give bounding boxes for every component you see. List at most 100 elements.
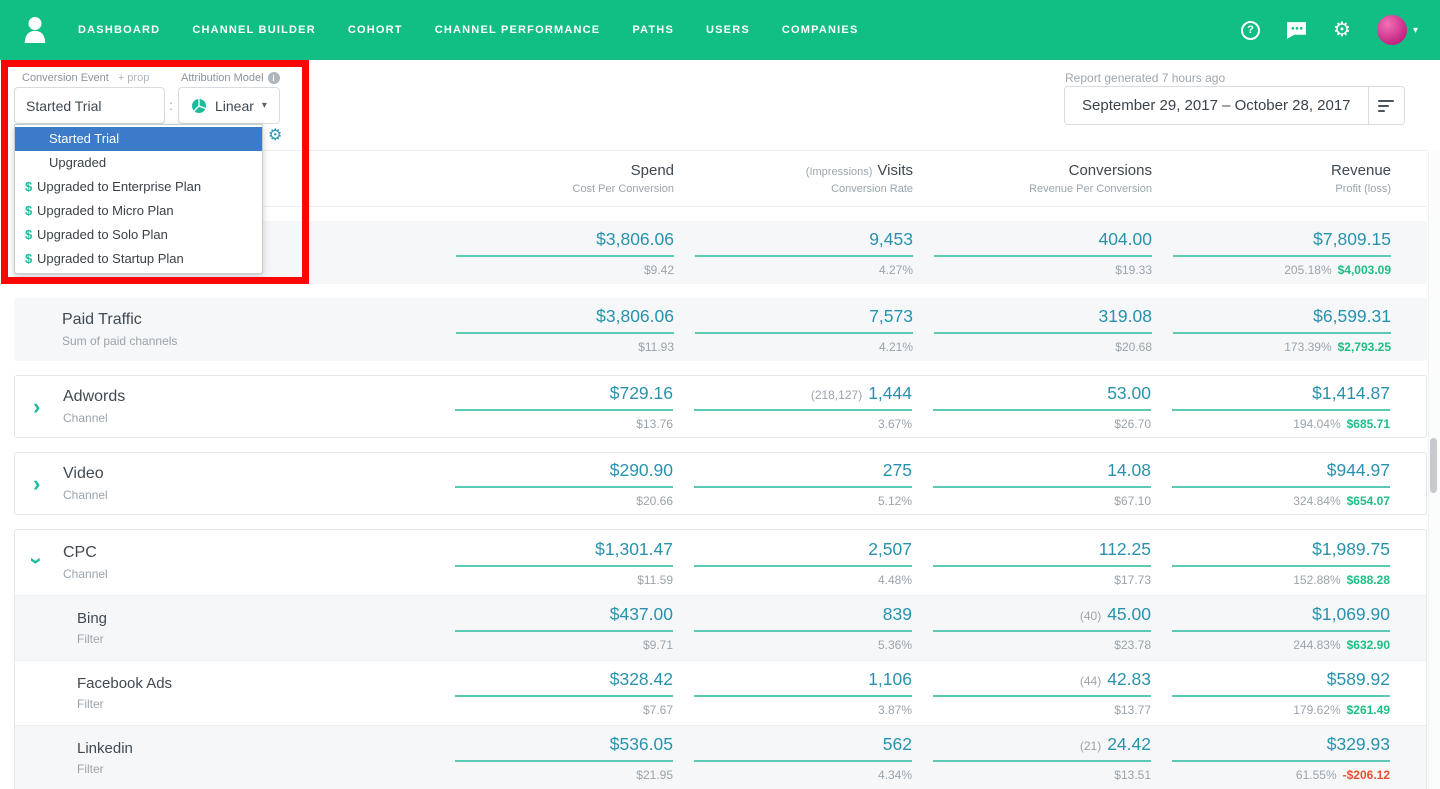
revenue-cell: $7,809.15 205.18% $4,003.09: [1173, 229, 1391, 277]
table-row-bing[interactable]: Bing Filter $437.00 $9.71 839 5.36% (40) 45…: [15, 595, 1426, 660]
dollar-icon: $: [25, 227, 33, 242]
nav-item-dashboard[interactable]: DASHBOARD: [78, 24, 160, 36]
row-label: Linkedin Filter: [15, 740, 434, 776]
row-label: Adwords Channel: [15, 388, 434, 425]
table-row-cpc[interactable]: › CPC Channel $1,301.47 $11.59 2,507 4.48%…: [15, 530, 1426, 595]
table-row-paid-traffic[interactable]: Paid Traffic Sum of paid channels $3,806…: [14, 298, 1427, 361]
date-range-picker: September 29, 2017 – October 28, 2017: [1064, 86, 1405, 125]
report-generated-text: Report generated 7 hours ago: [1065, 71, 1226, 85]
dropdown-option-label: Started Trial: [49, 131, 120, 146]
table-row-facebook-ads[interactable]: Facebook Ads Filter $328.42 $7.67 1,106 3.…: [15, 660, 1426, 725]
app-logo-icon: [24, 17, 46, 43]
revenue-cell: $589.92 179.62% $261.49: [1172, 669, 1390, 717]
scrollbar-thumb[interactable]: [1430, 438, 1437, 493]
row-subtitle: Channel: [63, 488, 108, 502]
visits-cell: 2,507 4.48%: [694, 539, 912, 587]
row-name: Paid Traffic: [62, 311, 142, 328]
nav-item-channel-builder[interactable]: CHANNEL BUILDER: [192, 24, 316, 36]
separator-colon: :: [169, 97, 173, 113]
row-label: Video Channel: [15, 465, 434, 502]
dollar-icon: $: [25, 203, 33, 218]
visits-cell: 839 5.36%: [694, 604, 912, 652]
nav-item-channel-performance[interactable]: CHANNEL PERFORMANCE: [435, 24, 601, 36]
visits-cell: 9,453 4.27%: [695, 229, 913, 277]
chevron-right-icon[interactable]: ›: [33, 395, 40, 418]
nav-item-companies[interactable]: COMPANIES: [782, 24, 859, 36]
attribution-model-label-text: Attribution Model: [181, 72, 264, 84]
table-row-adwords[interactable]: › Adwords Channel $729.16 $13.76 (218,127…: [14, 375, 1427, 438]
spend-cell: $3,806.06 $11.93: [456, 306, 674, 354]
row-name: Facebook Ads: [77, 675, 173, 692]
table-row-linkedin[interactable]: Linkedin Filter $536.05 $21.95 562 4.34% (…: [15, 725, 1426, 789]
row-name: CPC: [63, 544, 97, 561]
row-label: Facebook Ads Filter: [15, 675, 434, 711]
row-name: Bing: [77, 610, 108, 627]
conversion-event-label-text: Conversion Event: [22, 72, 109, 84]
spend-cell: $437.00 $9.71: [455, 604, 673, 652]
dollar-icon: $: [25, 179, 33, 194]
visits-cell: (218,127) 1,444 3.67%: [694, 383, 912, 431]
pie-chart-icon: [192, 98, 206, 113]
row-subtitle: Channel: [63, 567, 108, 581]
spend-cell: $328.42 $7.67: [455, 669, 673, 717]
row-subtitle: Filter: [77, 762, 104, 776]
dropdown-option-upgraded-startup[interactable]: $ Upgraded to Startup Plan: [15, 247, 262, 271]
chevron-down-icon[interactable]: ›: [25, 557, 50, 564]
conversion-event-dropdown: Started Trial Upgraded $ Upgraded to Ente…: [14, 124, 263, 274]
row-name: Video: [63, 465, 104, 482]
conversions-cell: (21) 24.42 $13.51: [933, 734, 1151, 782]
gear-icon[interactable]: ⚙: [1333, 20, 1351, 40]
conversion-event-input[interactable]: [14, 87, 165, 124]
sort-filter-button[interactable]: [1369, 87, 1404, 124]
dropdown-option-label: Upgraded to Enterprise Plan: [37, 179, 202, 194]
top-nav: DASHBOARD CHANNEL BUILDER COHORT CHANNEL…: [0, 0, 1440, 60]
nav-item-users[interactable]: USERS: [706, 24, 750, 36]
dropdown-option-upgraded-solo[interactable]: $ Upgraded to Solo Plan: [15, 223, 262, 247]
dropdown-option-started-trial[interactable]: Started Trial: [15, 127, 262, 151]
conversions-cell: 14.08 $67.10: [933, 460, 1151, 508]
nav-item-paths[interactable]: PATHS: [632, 24, 674, 36]
app-logo[interactable]: [22, 15, 48, 45]
visits-cell: 1,106 3.87%: [694, 669, 912, 717]
date-range-value[interactable]: September 29, 2017 – October 28, 2017: [1065, 87, 1368, 124]
row-label: CPC Channel: [15, 544, 434, 581]
conversions-cell: 53.00 $26.70: [933, 383, 1151, 431]
header-revenue: Revenue Profit (loss): [1330, 162, 1391, 195]
visits-cell: 562 4.34%: [694, 734, 912, 782]
revenue-cell: $944.97 324.84% $654.07: [1172, 460, 1390, 508]
chevron-down-icon: ▾: [1412, 24, 1418, 36]
dropdown-option-upgraded-enterprise[interactable]: $ Upgraded to Enterprise Plan: [15, 175, 262, 199]
visits-cell: 7,573 4.21%: [695, 306, 913, 354]
chat-icon[interactable]: [1286, 21, 1307, 40]
conversions-cell: (40) 45.00 $23.78: [933, 604, 1151, 652]
spend-cell: $3,806.06 $9.42: [456, 229, 674, 277]
spend-cell: $290.90 $20.66: [455, 460, 673, 508]
conversions-cell: (44) 42.83 $13.77: [933, 669, 1151, 717]
attribution-model-dropdown[interactable]: Linear ▾: [178, 87, 280, 124]
dropdown-option-upgraded-micro[interactable]: $ Upgraded to Micro Plan: [15, 199, 262, 223]
nav-item-cohort[interactable]: COHORT: [348, 24, 403, 36]
spend-cell: $1,301.47 $11.59: [455, 539, 673, 587]
cpc-group-card: › CPC Channel $1,301.47 $11.59 2,507 4.48%…: [14, 529, 1427, 789]
dropdown-option-upgraded[interactable]: Upgraded: [15, 151, 262, 175]
conversions-cell: 404.00 $19.33: [934, 229, 1152, 277]
avatar[interactable]: [1376, 15, 1407, 45]
dropdown-option-label: Upgraded to Startup Plan: [37, 251, 184, 266]
row-name: Linkedin: [77, 740, 133, 757]
conversions-cell: 319.08 $20.68: [934, 306, 1152, 354]
attribution-model-value: Linear: [215, 97, 254, 114]
revenue-cell: $329.93 61.55% -$206.12: [1172, 734, 1390, 782]
spend-cell: $536.05 $21.95: [455, 734, 673, 782]
nav-menu: DASHBOARD CHANNEL BUILDER COHORT CHANNEL…: [78, 24, 859, 36]
help-icon[interactable]: ?: [1241, 20, 1261, 40]
info-icon[interactable]: i: [267, 72, 280, 84]
row-name: Adwords: [63, 388, 126, 405]
row-subtitle: Filter: [77, 697, 104, 711]
table-row-video[interactable]: › Video Channel $290.90 $20.66 275 5.12% 1…: [14, 452, 1427, 515]
chevron-down-icon: ▾: [261, 100, 267, 111]
user-menu[interactable]: ▾: [1376, 15, 1418, 45]
add-prop-link[interactable]: + prop: [118, 72, 150, 84]
chevron-right-icon[interactable]: ›: [33, 472, 40, 495]
spend-settings-gear-icon[interactable]: ⚙: [268, 125, 282, 145]
row-label: Paid Traffic Sum of paid channels: [14, 311, 435, 348]
